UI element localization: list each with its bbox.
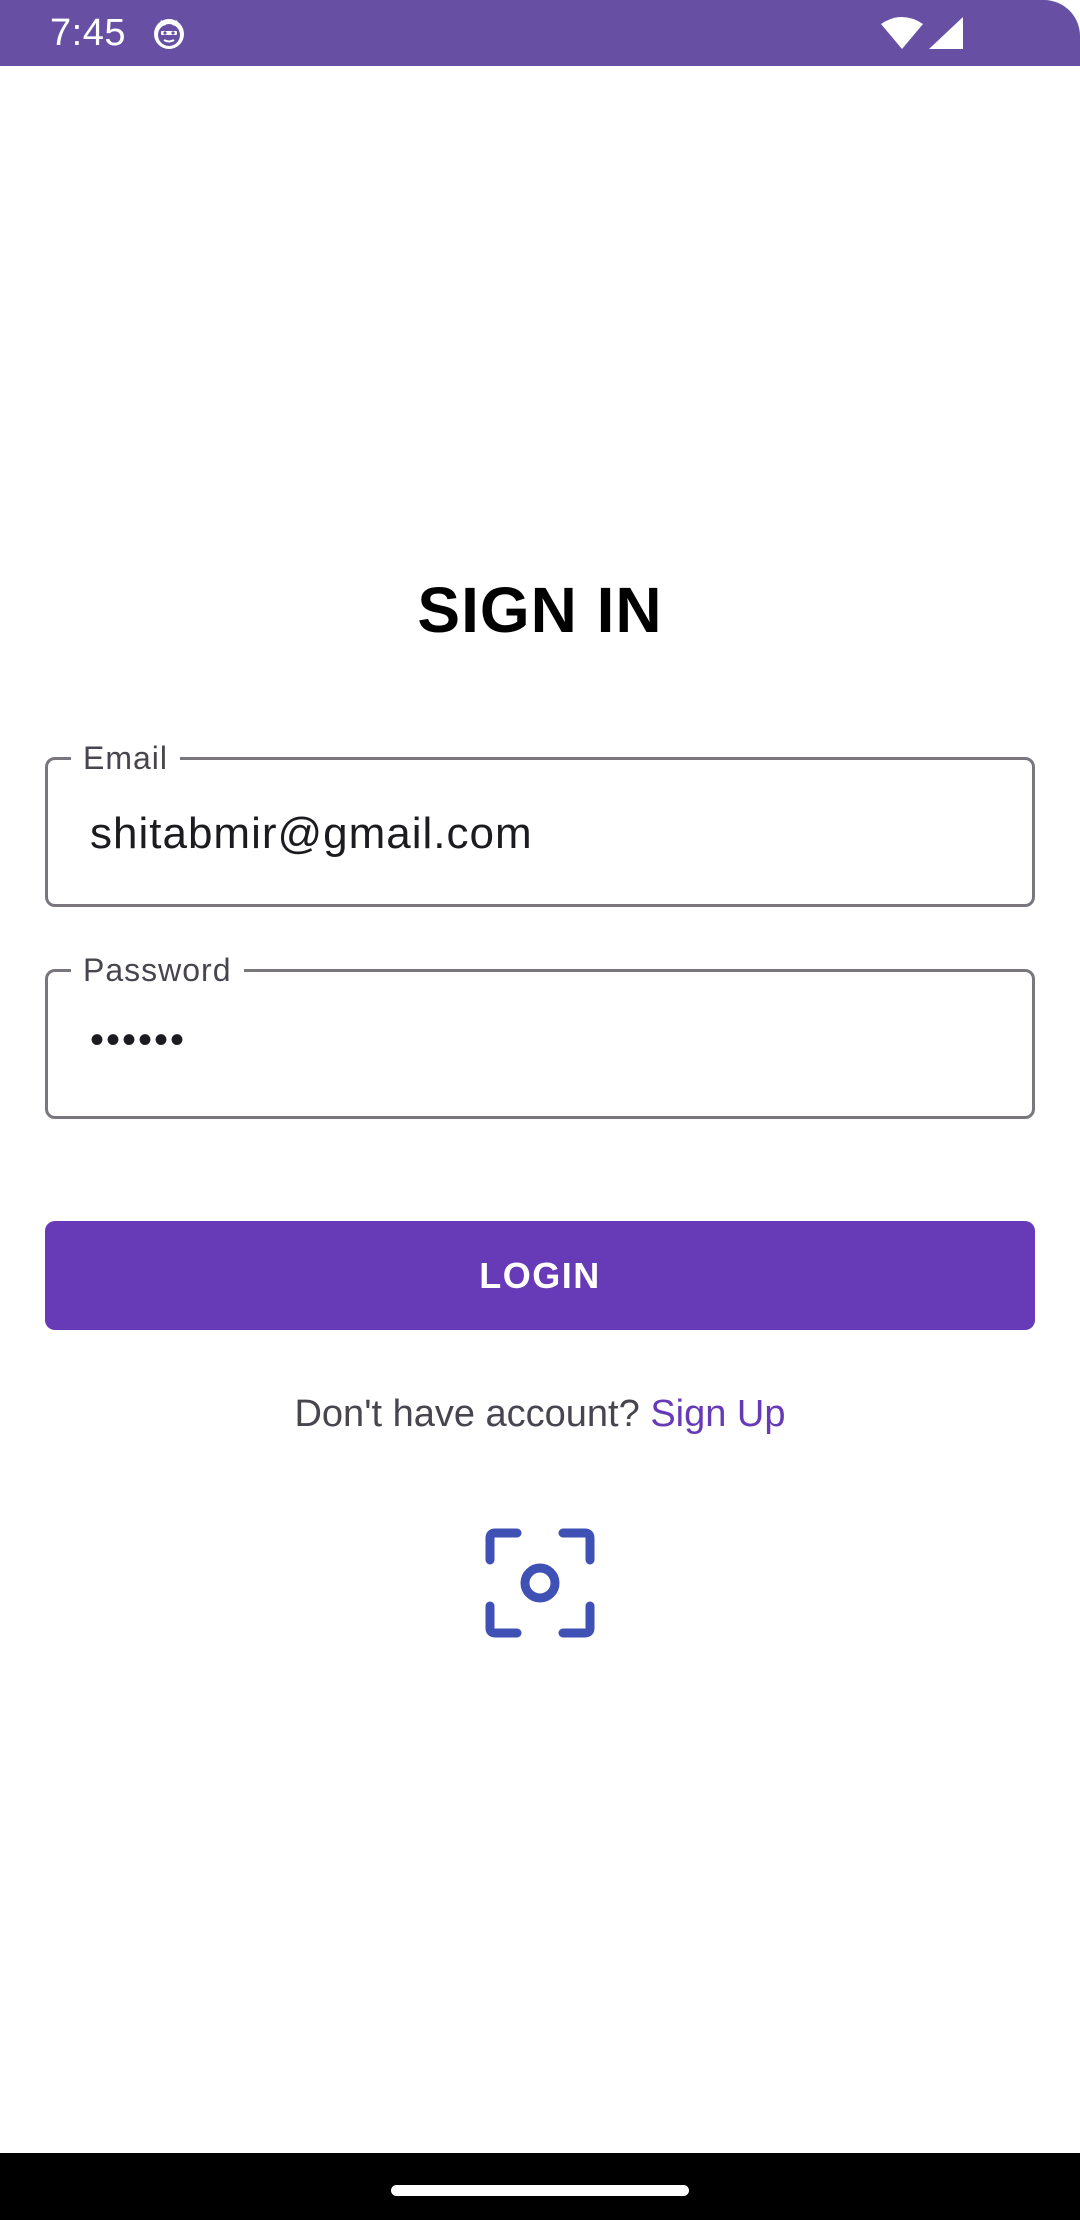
email-field[interactable]: Email shitabmir@gmail.com bbox=[45, 738, 1035, 907]
signup-prompt-line: Don't have account? Sign Up bbox=[0, 1390, 1080, 1438]
cell-signal-icon bbox=[929, 17, 963, 49]
status-bar: 7:45 bbox=[0, 0, 1080, 66]
email-field-value[interactable]: shitabmir@gmail.com bbox=[90, 808, 533, 860]
password-field-label: Password bbox=[71, 950, 244, 990]
navigation-bar bbox=[0, 2153, 1080, 2220]
login-button[interactable]: LOGIN bbox=[45, 1221, 1035, 1330]
email-field-label: Email bbox=[71, 738, 181, 778]
home-gesture-handle[interactable] bbox=[391, 2185, 689, 2196]
page-title: SIGN IN bbox=[417, 574, 663, 646]
password-field-value[interactable]: •••••• bbox=[90, 1014, 186, 1066]
face-scan-icon[interactable] bbox=[485, 1528, 595, 1638]
signup-prompt-text: Don't have account? bbox=[294, 1393, 640, 1435]
signup-link[interactable]: Sign Up bbox=[650, 1393, 785, 1435]
wifi-icon bbox=[881, 17, 923, 49]
password-field[interactable]: Password •••••• bbox=[45, 950, 1035, 1119]
status-time: 7:45 bbox=[50, 12, 126, 54]
cat-face-icon bbox=[154, 19, 184, 49]
